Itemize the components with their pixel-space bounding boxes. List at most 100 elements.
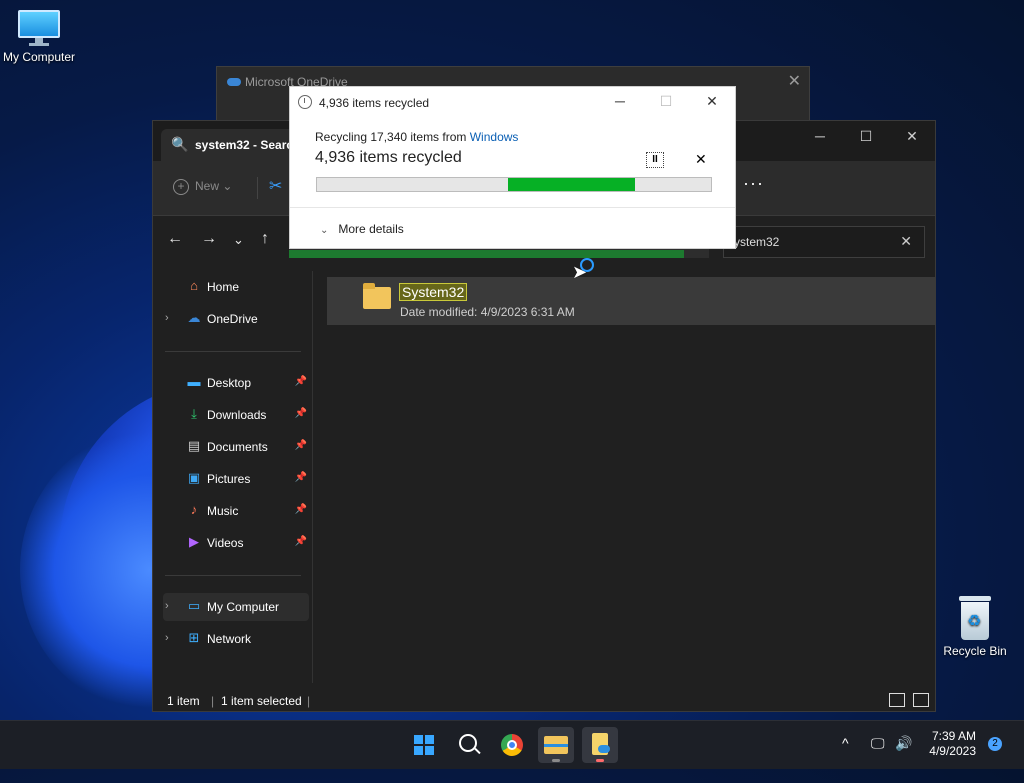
music-icon: ♪ xyxy=(190,502,198,517)
search-result-item[interactable]: System32 Date modified: 4/9/2023 6:31 AM xyxy=(327,277,935,325)
sidebar-item-onedrive[interactable]: › ☁ OneDrive xyxy=(163,305,309,333)
item-count: 1 item xyxy=(167,694,200,708)
dialog-title: 4,936 items recycled xyxy=(319,96,430,110)
start-button[interactable] xyxy=(406,727,442,763)
up-button[interactable]: ↑ xyxy=(261,230,269,248)
progress-bar xyxy=(316,177,712,192)
sidebar-item-desktop[interactable]: ▬ Desktop 📌 xyxy=(163,369,309,397)
chevron-right-icon[interactable]: › xyxy=(165,600,169,612)
new-button-label: New xyxy=(195,179,220,193)
sidebar-item-downloads[interactable]: ⤓ Downloads 📌 xyxy=(163,401,309,429)
sidebar-item-home[interactable]: ⌂ Home xyxy=(163,273,309,301)
selected-count: 1 item selected xyxy=(221,694,302,708)
sidebar-item-pictures[interactable]: ▣ Pictures 📌 xyxy=(163,465,309,493)
clock-time: 7:39 AM xyxy=(931,729,976,743)
dialog-close-button[interactable]: ✕ xyxy=(689,87,735,117)
pane-splitter[interactable] xyxy=(312,271,313,683)
sidebar-item-documents[interactable]: ▤ Documents 📌 xyxy=(163,433,309,461)
cancel-button[interactable]: ✕ xyxy=(695,151,707,168)
pin-icon: 📌 xyxy=(294,536,307,547)
sidebar-item-my-computer[interactable]: › ▭ My Computer xyxy=(163,593,309,621)
sidebar-item-label: Network xyxy=(207,632,252,646)
status-separator: | xyxy=(307,694,311,708)
search-icon xyxy=(459,734,477,752)
taskbar-search-button[interactable] xyxy=(450,727,486,763)
notification-badge[interactable]: 2 xyxy=(988,737,1002,751)
details-view-icon[interactable] xyxy=(889,693,905,707)
pause-button[interactable]: II xyxy=(646,152,664,168)
folder-icon xyxy=(363,283,391,309)
windows-logo-icon xyxy=(414,735,434,755)
recycle-bin-icon: ♻ xyxy=(957,596,993,640)
sidebar-divider xyxy=(165,351,301,352)
system-clock[interactable]: 7:39 AM 4/9/2023 xyxy=(928,729,976,759)
taskbar-cleaner-app[interactable] xyxy=(582,727,618,763)
navigation-pane: ⌂ Home › ☁ OneDrive ▬ Desktop 📌 ⤓ Downlo… xyxy=(153,271,311,681)
desktop-icon-my-computer[interactable]: My Computer xyxy=(0,10,81,64)
chevron-down-icon: ⌄ xyxy=(320,225,329,236)
display-icon[interactable]: 🖵 xyxy=(871,735,885,783)
explorer-window-controls: ─ ☐ ✕ xyxy=(797,121,935,153)
desktop-icon-recycle-bin[interactable]: ♻ Recycle Bin xyxy=(933,596,1017,658)
source-folder-link[interactable]: Windows xyxy=(470,130,519,144)
dialog-window-controls: ─ ☐ ✕ xyxy=(597,87,735,117)
chevron-right-icon[interactable]: › xyxy=(165,312,169,324)
computer-icon xyxy=(18,10,60,46)
address-bar-progress xyxy=(289,250,684,258)
recent-locations-button[interactable]: ⌄ xyxy=(233,232,244,248)
result-date-modified: Date modified: 4/9/2023 6:31 AM xyxy=(400,305,575,319)
home-icon: ⌂ xyxy=(190,278,198,293)
sidebar-item-label: OneDrive xyxy=(207,312,258,326)
running-indicator xyxy=(596,759,604,762)
progress-bar-fill xyxy=(508,178,636,191)
dialog-minimize-button[interactable]: ─ xyxy=(597,87,643,117)
more-details-toggle[interactable]: ⌄ More details xyxy=(320,222,404,236)
sidebar-item-label: My Computer xyxy=(207,600,280,614)
picture-icon: ▣ xyxy=(187,470,201,485)
mouse-pointer-icon: ➤ xyxy=(572,262,588,282)
recycle-progress-dialog[interactable]: 4,936 items recycled ─ ☐ ✕ Recycling 17,… xyxy=(289,86,736,249)
search-input[interactable]: ystem32 ✕ xyxy=(723,226,925,258)
clear-search-icon[interactable]: ✕ xyxy=(900,233,912,250)
cut-button[interactable]: ✂ xyxy=(269,176,282,196)
dialog-subtitle: Recycling 17,340 items from Windows xyxy=(315,130,518,144)
close-button[interactable]: ✕ xyxy=(889,121,935,153)
search-icon: 🔍 xyxy=(171,136,189,152)
new-button[interactable]: + New ⌄ xyxy=(173,179,232,195)
result-name: System32 xyxy=(399,283,468,301)
tiles-view-icon[interactable] xyxy=(913,693,929,707)
taskbar-file-explorer[interactable] xyxy=(538,727,574,763)
back-button[interactable]: ← xyxy=(167,230,183,248)
pin-icon: 📌 xyxy=(294,504,307,515)
chevron-down-icon: ⌄ xyxy=(222,179,233,193)
onedrive-close-button[interactable]: ✕ xyxy=(788,71,801,91)
video-icon: ▶ xyxy=(189,534,199,549)
dialog-titlebar: 4,936 items recycled ─ ☐ ✕ xyxy=(290,87,735,117)
volume-icon[interactable]: 🔊 xyxy=(895,735,912,783)
chrome-icon xyxy=(501,734,523,756)
more-options-button[interactable]: ··· xyxy=(743,173,764,194)
dialog-divider xyxy=(290,207,735,208)
show-hidden-icons-button[interactable]: ^ xyxy=(842,735,849,783)
pin-icon: 📌 xyxy=(294,440,307,451)
status-bar: 1 item | 1 item selected | xyxy=(153,687,935,713)
sidebar-item-network[interactable]: › ⊞ Network xyxy=(163,625,309,653)
sidebar-item-label: Pictures xyxy=(207,472,251,486)
sidebar-item-music[interactable]: ♪ Music 📌 xyxy=(163,497,309,525)
desktop-icon-label: My Computer xyxy=(2,50,76,64)
forward-button[interactable]: → xyxy=(201,230,217,248)
desktop-icon: ▬ xyxy=(187,374,201,389)
cleaner-app-icon xyxy=(592,733,610,755)
view-toggle xyxy=(889,693,929,707)
sidebar-item-label: Home xyxy=(207,280,240,294)
pin-icon: 📌 xyxy=(294,376,307,387)
sidebar-item-videos[interactable]: ▶ Videos 📌 xyxy=(163,529,309,557)
maximize-button[interactable]: ☐ xyxy=(843,121,889,153)
taskbar-chrome[interactable] xyxy=(494,727,530,763)
minimize-button[interactable]: ─ xyxy=(797,121,843,153)
search-value: ystem32 xyxy=(734,235,780,249)
chevron-right-icon[interactable]: › xyxy=(165,632,169,644)
sidebar-item-label: Desktop xyxy=(207,376,252,390)
sidebar-item-label: Documents xyxy=(207,440,268,454)
sidebar-divider xyxy=(165,575,301,576)
